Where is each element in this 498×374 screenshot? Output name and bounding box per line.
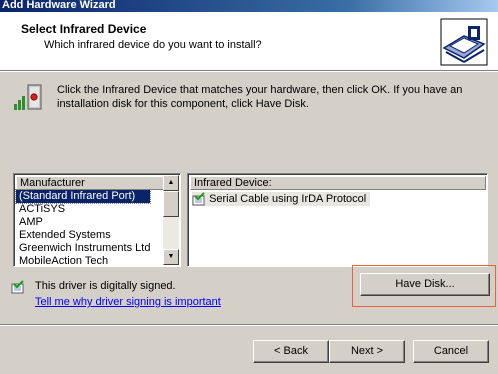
- device-listbox[interactable]: Infrared Device: Serial Cable using IrDA…: [187, 173, 488, 267]
- manufacturer-item[interactable]: (Standard Infrared Port): [14, 189, 152, 204]
- scroll-up-arrow-icon[interactable]: ▲: [163, 175, 179, 191]
- cancel-button[interactable]: Cancel: [413, 340, 489, 363]
- manufacturer-item[interactable]: AMP: [16, 216, 150, 229]
- scroll-thumb[interactable]: [163, 191, 179, 217]
- manufacturer-item[interactable]: ACTiSYS: [16, 203, 150, 216]
- back-button[interactable]: < Back: [253, 340, 329, 363]
- device-column-header: Infrared Device:: [190, 176, 486, 190]
- hardware-card-icon: [440, 18, 488, 66]
- manufacturer-column-header: Manufacturer: [16, 176, 165, 190]
- signing-status: This driver is digitally signed.: [35, 280, 176, 292]
- manufacturer-listbox[interactable]: Manufacturer (Standard Infrared Port) AC…: [13, 173, 181, 267]
- window-title: Add Hardware Wizard: [0, 0, 498, 12]
- manufacturer-item[interactable]: MobileAction Tech: [16, 255, 150, 266]
- manufacturer-items: (Standard Infrared Port) ACTiSYS AMP Ext…: [14, 189, 152, 266]
- signed-driver-icon: [192, 192, 205, 206]
- device-item[interactable]: Serial Cable using IrDA Protocol: [192, 192, 371, 206]
- scroll-down-arrow-icon[interactable]: ▼: [163, 249, 179, 265]
- have-disk-button[interactable]: Have Disk...: [360, 273, 490, 296]
- manufacturer-item[interactable]: Greenwich Instruments Ltd: [16, 242, 150, 255]
- infrared-device-icon: [14, 84, 42, 110]
- next-button[interactable]: Next >: [329, 340, 405, 363]
- manufacturer-scrollbar[interactable]: ▲ ▼: [163, 175, 179, 265]
- digital-signature-icon: [11, 280, 24, 294]
- header-divider-highlight: [0, 71, 498, 72]
- device-item-label: Serial Cable using IrDA Protocol: [209, 193, 367, 205]
- page-title: Select Infrared Device: [21, 22, 147, 36]
- manufacturer-item[interactable]: Extended Systems: [16, 229, 150, 242]
- driver-signing-link[interactable]: Tell me why driver signing is important: [35, 296, 221, 308]
- instructions-text: Click the Infrared Device that matches y…: [57, 84, 463, 110]
- wizard-header: Select Infrared Device Which infrared de…: [0, 12, 498, 70]
- page-subtitle: Which infrared device do you want to ins…: [44, 39, 262, 51]
- footer-divider-highlight: [0, 325, 498, 326]
